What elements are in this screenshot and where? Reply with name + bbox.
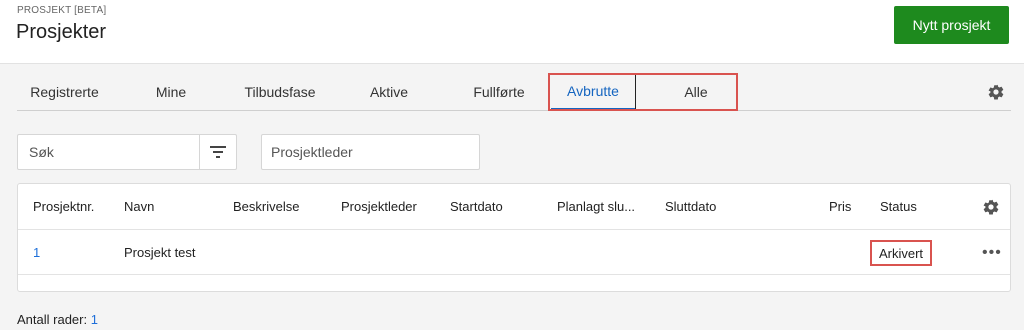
col-planlagt-slutt[interactable]: Planlagt slu...: [557, 184, 635, 229]
tab-registrerte[interactable]: Registrerte: [17, 74, 112, 110]
search-input[interactable]: [18, 135, 199, 169]
cell-prosjektnr[interactable]: 1: [33, 230, 40, 274]
col-status[interactable]: Status: [880, 184, 917, 229]
cell-navn: Prosjekt test: [124, 244, 196, 260]
table-header-row: Prosjektnr. Navn Beskrivelse Prosjektled…: [18, 184, 1010, 230]
col-navn[interactable]: Navn: [124, 184, 154, 229]
row-count-label: Antall rader:: [17, 312, 88, 327]
page-header: PROSJEKT [BETA] Prosjekter Nytt prosjekt: [0, 0, 1024, 63]
row-count: Antall rader: 1: [17, 312, 98, 327]
tabs-settings-gear-icon[interactable]: [987, 83, 1005, 101]
tab-fullforte[interactable]: Fullførte: [449, 74, 549, 110]
page-overline: PROSJEKT [BETA]: [17, 5, 107, 16]
project-leader-input[interactable]: [261, 134, 480, 170]
col-pris[interactable]: Pris: [829, 184, 851, 229]
row-more-icon[interactable]: •••: [982, 230, 1002, 275]
filter-icon: [210, 146, 226, 158]
tab-avbrutte[interactable]: Avbrutte: [551, 74, 635, 110]
new-project-button[interactable]: Nytt prosjekt: [894, 6, 1009, 44]
tab-alle[interactable]: Alle: [645, 74, 747, 110]
col-beskrivelse[interactable]: Beskrivelse: [233, 184, 299, 229]
status-tabs: Registrerte Mine Tilbudsfase Aktive Full…: [17, 73, 1011, 111]
search-box: [17, 134, 237, 170]
main-content: Registrerte Mine Tilbudsfase Aktive Full…: [0, 63, 1024, 330]
col-startdato[interactable]: Startdato: [450, 184, 503, 229]
filter-button[interactable]: [199, 135, 236, 169]
tab-divider: [635, 74, 636, 110]
col-prosjektnr[interactable]: Prosjektnr.: [33, 184, 94, 229]
tab-tilbudsfase[interactable]: Tilbudsfase: [230, 74, 330, 110]
col-sluttdato[interactable]: Sluttdato: [665, 184, 716, 229]
table-settings-gear-icon[interactable]: [982, 184, 1000, 229]
status-badge: Arkivert: [870, 240, 932, 266]
page-title: Prosjekter: [16, 21, 107, 43]
col-prosjektleder[interactable]: Prosjektleder: [341, 184, 417, 229]
projects-table: Prosjektnr. Navn Beskrivelse Prosjektled…: [17, 183, 1011, 292]
tab-aktive[interactable]: Aktive: [339, 74, 439, 110]
row-count-value: 1: [90, 312, 98, 327]
table-row[interactable]: 1 Prosjekt test Arkivert •••: [18, 230, 1010, 275]
tab-mine[interactable]: Mine: [122, 74, 220, 110]
